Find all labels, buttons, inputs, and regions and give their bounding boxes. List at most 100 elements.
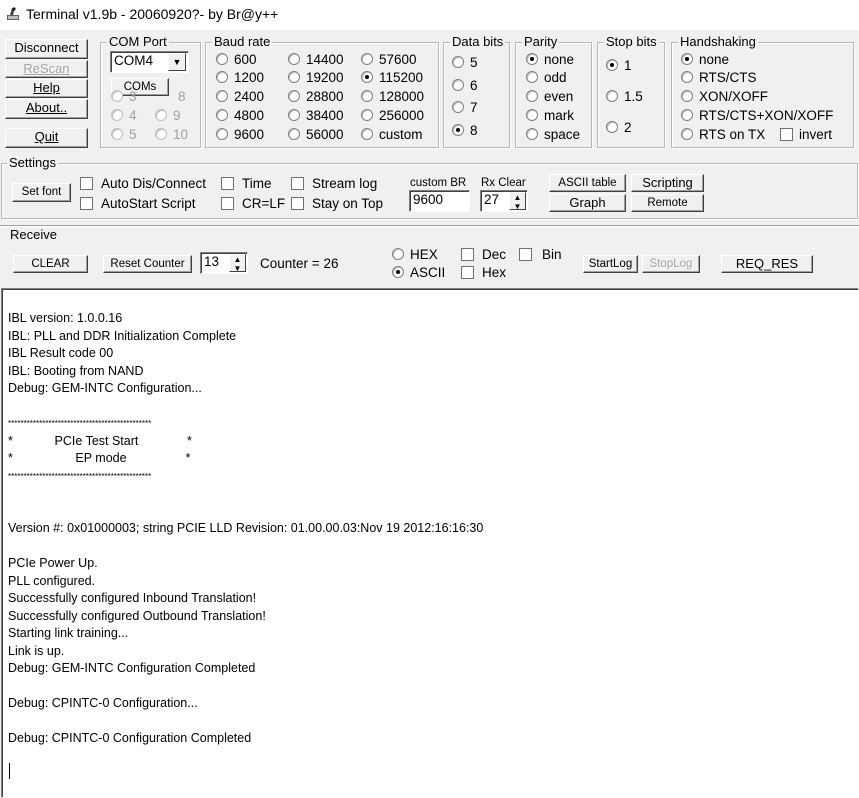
invert-checkbox[interactable]: invert (780, 127, 832, 143)
chevron-down-icon[interactable]: ▼ (168, 53, 186, 71)
set-font-button[interactable]: Set font (12, 183, 71, 202)
counter-spinner[interactable]: ▲ ▼ (229, 254, 246, 273)
hex-checkbox[interactable]: Hex (461, 265, 506, 281)
handshaking-radio-rts-cts[interactable]: RTS/CTS (681, 70, 757, 86)
output-line: IBL version: 1.0.0.16 (8, 311, 123, 325)
data-bits-legend: Data bits (450, 34, 506, 50)
reset-counter-button[interactable]: Reset Counter (103, 255, 192, 273)
hex-radio[interactable]: HEX (392, 247, 438, 263)
baud-radio-14400[interactable]: 14400 (288, 52, 344, 68)
auto-dis-connect-checkbox[interactable]: Auto Dis/Connect (80, 176, 206, 192)
output-line: PLL configured. (8, 573, 96, 588)
time-checkbox[interactable]: Time (221, 176, 272, 192)
custom-br-label: custom BR (410, 177, 467, 189)
baud-radio-256000[interactable]: 256000 (361, 108, 424, 124)
output-line: IBL: Booting from NAND (8, 363, 144, 378)
baud-radio-custom[interactable]: custom (361, 127, 423, 143)
output-line: Successfully configured Outbound Transla… (8, 608, 266, 623)
parity-legend: Parity (522, 34, 560, 50)
com-radio-9: 9 (155, 108, 181, 124)
baud-radio-2400[interactable]: 2400 (216, 89, 264, 105)
output-line: Debug: GEM-INTC Configuration... (8, 381, 202, 395)
baud-radio-57600[interactable]: 57600 (361, 52, 417, 68)
graph-button[interactable]: Graph (549, 194, 626, 212)
output-line: IBL: PLL and DDR Initialization Complete (8, 328, 237, 343)
output-lines: IBL version: 1.0.0.16 IBL: PLL and DDR In… (8, 310, 858, 748)
output-line: Starting link training... (8, 626, 129, 640)
baud-radio-1200[interactable]: 1200 (216, 70, 264, 86)
stop-bits-legend: Stop bits (604, 34, 659, 50)
com-radio-3: 3 (111, 89, 137, 105)
receive-legend: Receive (10, 227, 57, 242)
output-line: * EP mode * (8, 451, 191, 465)
baud-radio-128000[interactable]: 128000 (361, 89, 424, 105)
output-line: * PCIe Test Start * (8, 433, 192, 448)
baud-radio-115200[interactable]: 115200 (361, 70, 423, 86)
data-bits-radio-6[interactable]: 6 (452, 78, 478, 94)
help-button[interactable]: Help (5, 79, 88, 98)
output-line: PCIe Power Up. (8, 556, 98, 570)
stop-bits-radio-1-5[interactable]: 1.5 (606, 89, 643, 105)
clear-button[interactable]: CLEAR (13, 255, 88, 273)
output-line: Link is up. (8, 643, 65, 658)
output-line: Debug: CPINTC-0 Configuration... (8, 696, 198, 710)
rx-clear-spinner[interactable]: ▲ ▼ (509, 192, 526, 211)
ascii-table-button[interactable]: ASCII table (549, 174, 626, 192)
text-caret (9, 763, 10, 779)
parity-radio-even[interactable]: even (526, 89, 573, 105)
stop-bits-radio-2[interactable]: 2 (606, 120, 632, 136)
baud-radio-19200[interactable]: 19200 (288, 70, 344, 86)
ascii-radio[interactable]: ASCII (392, 265, 445, 281)
com-radio-10: 10 (155, 127, 188, 143)
parity-radio-space[interactable]: space (526, 127, 580, 143)
custom-br-input[interactable]: 9600 (409, 190, 470, 212)
stop-bits-radio-1[interactable]: 1 (606, 58, 632, 74)
com-radio-5: 5 (111, 127, 137, 143)
handshaking-legend: Handshaking (678, 34, 758, 50)
handshaking-radio-xon-xoff[interactable]: XON/XOFF (681, 89, 768, 105)
req-res-button[interactable]: REQ_RES (721, 255, 813, 273)
com-radio-8: 8 (178, 89, 186, 104)
disconnect-button[interactable]: Disconnect (5, 39, 88, 59)
remote-button[interactable]: Remote (631, 194, 704, 212)
baud-radio-600[interactable]: 600 (216, 52, 257, 68)
output-line: Successfully configured Inbound Translat… (8, 591, 257, 605)
stop-log-button[interactable]: StopLog (642, 255, 700, 273)
output-line: ****************************************… (8, 471, 152, 481)
data-bits-radio-7[interactable]: 7 (452, 100, 478, 116)
baud-radio-56000[interactable]: 56000 (288, 127, 344, 143)
baud-radio-4800[interactable]: 4800 (216, 108, 264, 124)
baud-rate-legend: Baud rate (212, 34, 273, 50)
parity-radio-mark[interactable]: mark (526, 108, 574, 124)
quit-button[interactable]: Quit (5, 128, 88, 148)
handshaking-radio-rts-on-tx[interactable]: RTS on TX (681, 127, 765, 143)
com-radio-4: 4 (111, 108, 137, 124)
about-button[interactable]: About.. (5, 99, 88, 119)
com-port-value: COM4 (114, 53, 154, 68)
cr-lf-checkbox[interactable]: CR=LF (221, 196, 285, 212)
baud-radio-28800[interactable]: 28800 (288, 89, 344, 105)
stay-on-top-checkbox[interactable]: Stay on Top (291, 196, 383, 212)
dec-checkbox[interactable]: Dec (461, 247, 506, 263)
autostart-script-checkbox[interactable]: AutoStart Script (80, 196, 196, 212)
stream-log-checkbox[interactable]: Stream log (291, 176, 377, 192)
scripting-button[interactable]: Scripting (631, 174, 704, 192)
baud-radio-9600[interactable]: 9600 (216, 127, 264, 143)
data-bits-radio-5[interactable]: 5 (452, 55, 478, 71)
data-bits-radio-8[interactable]: 8 (452, 123, 478, 139)
parity-radio-odd[interactable]: odd (526, 70, 567, 86)
handshaking-radio-rts-cts-xon-xoff[interactable]: RTS/CTS+XON/XOFF (681, 108, 833, 124)
output-line: Debug: CPINTC-0 Configuration Completed (8, 731, 252, 745)
baud-radio-38400[interactable]: 38400 (288, 108, 344, 124)
rescan-button[interactable]: ReScan (5, 60, 88, 78)
receive-output-area[interactable]: IBL version: 1.0.0.16 IBL: PLL and DDR In… (1, 288, 859, 798)
parity-radio-none[interactable]: none (526, 52, 574, 68)
counter-label: Counter = 26 (260, 256, 339, 271)
window-title: Terminal v1.9b - 20060920?- by Br@y++ (26, 6, 279, 22)
start-log-button[interactable]: StartLog (583, 255, 638, 273)
handshaking-radio-none[interactable]: none (681, 52, 729, 68)
bin-checkbox[interactable]: Bin (519, 247, 562, 263)
